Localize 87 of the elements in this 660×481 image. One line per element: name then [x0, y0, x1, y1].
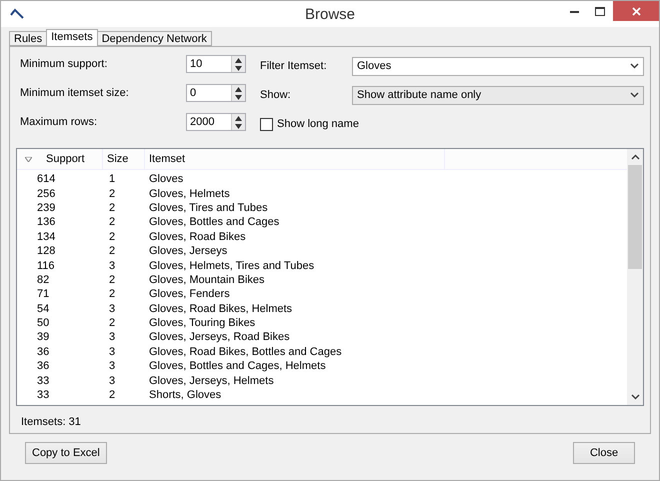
table-cell-text: 2	[108, 288, 116, 300]
column-header[interactable]: Support	[17, 149, 103, 169]
table-cell-text: Gloves, Mountain Bikes	[148, 274, 266, 286]
table-cell-text: Gloves, Road Bikes, Helmets	[148, 302, 294, 315]
copy-button[interactable]: Copy to Excel	[25, 442, 107, 464]
table-cell-text: 256	[36, 188, 56, 200]
table-cell-text: 2	[108, 389, 116, 402]
spin-down-icon[interactable]	[235, 66, 242, 70]
number-spinner[interactable]: 0	[186, 84, 246, 102]
table-cell-text: 36	[36, 360, 50, 372]
table-cell-text: 2	[108, 188, 116, 200]
tab[interactable]: Rules	[9, 31, 48, 46]
table-cell-text: 116	[36, 260, 56, 272]
table-cell-text: Gloves, Road Bikes, Bottles and Cages	[148, 346, 343, 358]
checkbox-label: Show long name	[277, 118, 359, 130]
field-label: Show:	[260, 89, 292, 101]
table-cell-text: 54	[36, 302, 50, 315]
app-icon	[9, 8, 25, 20]
table-cell-text: 3	[108, 331, 116, 344]
spin-up-icon[interactable]	[235, 86, 242, 92]
table-cell-text: 33	[36, 374, 50, 387]
table-cell-text: 614	[36, 173, 56, 186]
table-cell-text: Gloves, Jerseys	[148, 245, 228, 258]
table-cell-text: 3	[108, 360, 116, 372]
table-cell-text: 39	[36, 331, 50, 344]
table-cell-text: 2	[108, 245, 116, 258]
close-icon[interactable]	[632, 6, 640, 16]
minimize-icon[interactable]	[570, 10, 578, 12]
table-cell-text: 128	[36, 245, 56, 258]
table-cell-text: 2	[108, 274, 116, 286]
number-spinner[interactable]: 10	[186, 55, 246, 73]
show-dropdown[interactable]: Show attribute name only	[352, 86, 644, 104]
field-label: Filter Itemset:	[260, 60, 328, 72]
table-cell-text: 3	[108, 346, 116, 358]
sort-icon	[25, 156, 32, 162]
table-cell-text: 3	[108, 302, 116, 315]
maximize-icon[interactable]	[595, 6, 605, 16]
filter-itemset-dropdown[interactable]: Gloves	[352, 56, 644, 76]
table-cell-text: Gloves, Touring Bikes	[148, 317, 256, 330]
scroll-up-icon[interactable]	[630, 154, 640, 160]
field-label: Minimum support:	[20, 58, 108, 70]
table-cell-text: Gloves, Bottles and Cages, Helmets	[148, 360, 327, 372]
chevron-down-icon[interactable]	[630, 63, 639, 69]
table-cell-text: 239	[36, 202, 56, 214]
table-cell-text: 2	[108, 230, 116, 243]
tab[interactable]: Itemsets	[46, 29, 98, 46]
scroll-down-icon[interactable]	[630, 394, 640, 400]
table-cell-text: Gloves, Tires and Tubes	[148, 202, 269, 214]
table-cell-text: Gloves, Helmets	[148, 188, 231, 200]
spin-up-icon[interactable]	[235, 116, 242, 120]
table-cell-text: 2	[108, 317, 116, 330]
table-cell-text: 50	[36, 317, 50, 330]
table-cell-text: Shorts, Gloves	[148, 389, 222, 402]
table-cell-text: 134	[36, 230, 56, 243]
table-cell-text: 136	[36, 216, 56, 228]
table-cell-text: Gloves, Road Bikes	[148, 230, 247, 243]
close-button[interactable]: Close	[573, 442, 635, 464]
table-cell-text: Gloves, Jerseys, Helmets	[148, 374, 275, 387]
table-cell-text: 33	[36, 389, 50, 402]
table-cell-text: 3	[108, 374, 116, 387]
spin-down-icon[interactable]	[235, 124, 242, 128]
table-cell-text: 82	[36, 274, 50, 286]
table-cell-text: 2	[108, 216, 116, 228]
scrollbar-thumb[interactable]	[628, 165, 642, 269]
tab[interactable]: Dependency Network	[96, 31, 212, 46]
table-cell-text: Gloves, Fenders	[148, 288, 231, 300]
table-cell-text: Gloves, Jerseys, Road Bikes	[148, 331, 291, 344]
number-spinner[interactable]: 2000	[186, 113, 246, 131]
spin-up-icon[interactable]	[235, 58, 242, 62]
table-cell-text: 1	[108, 173, 116, 186]
window-title: Browse	[304, 6, 356, 22]
chevron-down-icon[interactable]	[630, 92, 639, 98]
column-header[interactable]: Size	[103, 149, 145, 169]
table-cell-text: 71	[36, 288, 50, 300]
column-header[interactable]: Itemset	[145, 149, 445, 169]
close-window-button[interactable]	[613, 1, 659, 21]
table-cell-text: Gloves, Helmets, Tires and Tubes	[148, 260, 316, 272]
table-cell-text: 36	[36, 346, 50, 358]
checkbox[interactable]	[260, 118, 273, 130]
table-cell-text: 2	[108, 202, 116, 214]
spin-down-icon[interactable]	[235, 94, 242, 100]
field-label: Minimum itemset size:	[20, 87, 130, 99]
itemset-count: Itemsets: 31	[21, 416, 82, 428]
table-cell-text: Gloves, Bottles and Cages	[148, 216, 280, 228]
table-cell-text: Gloves	[148, 173, 184, 186]
table-cell-text: 3	[108, 260, 116, 272]
field-label: Maximum rows:	[20, 116, 98, 128]
